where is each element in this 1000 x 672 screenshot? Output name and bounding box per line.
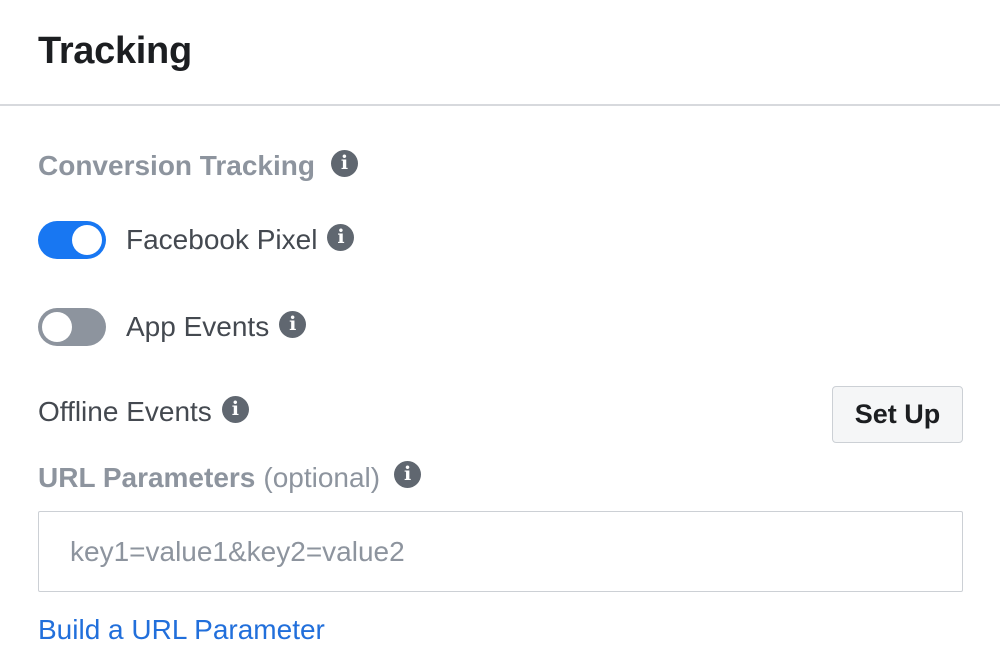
info-icon[interactable]: i bbox=[394, 460, 422, 488]
conversion-tracking-label: Conversion Tracking bbox=[38, 150, 315, 181]
facebook-pixel-label: Facebook Pixel bbox=[126, 224, 318, 255]
url-parameters-heading: URL Parameters (optional) i bbox=[38, 460, 422, 494]
facebook-pixel-toggle[interactable] bbox=[38, 221, 106, 259]
info-icon[interactable]: i bbox=[330, 149, 358, 177]
optional-label: (optional) bbox=[263, 462, 381, 493]
url-parameters-input[interactable] bbox=[38, 511, 963, 592]
toggle-knob bbox=[72, 225, 102, 255]
tracking-panel: Tracking Conversion Tracking i Facebook … bbox=[0, 0, 1000, 672]
offline-events-label: Offline Events bbox=[38, 396, 212, 427]
page-title: Tracking bbox=[38, 30, 192, 72]
offline-events-row: Offline Events i bbox=[38, 395, 249, 428]
url-parameters-label: URL Parameters bbox=[38, 462, 256, 493]
set-up-button[interactable]: Set Up bbox=[832, 386, 963, 443]
app-events-toggle[interactable] bbox=[38, 308, 106, 346]
app-events-label: App Events bbox=[126, 311, 270, 342]
conversion-tracking-heading: Conversion Tracking i bbox=[38, 149, 358, 182]
info-icon[interactable]: i bbox=[221, 395, 249, 423]
app-events-row: App Events i bbox=[38, 307, 307, 347]
panel-header: Tracking bbox=[0, 0, 1000, 106]
toggle-knob bbox=[42, 312, 72, 342]
facebook-pixel-row: Facebook Pixel i bbox=[38, 220, 355, 260]
info-icon[interactable]: i bbox=[327, 223, 355, 251]
build-url-parameter-link[interactable]: Build a URL Parameter bbox=[38, 614, 325, 646]
info-icon[interactable]: i bbox=[279, 310, 307, 338]
